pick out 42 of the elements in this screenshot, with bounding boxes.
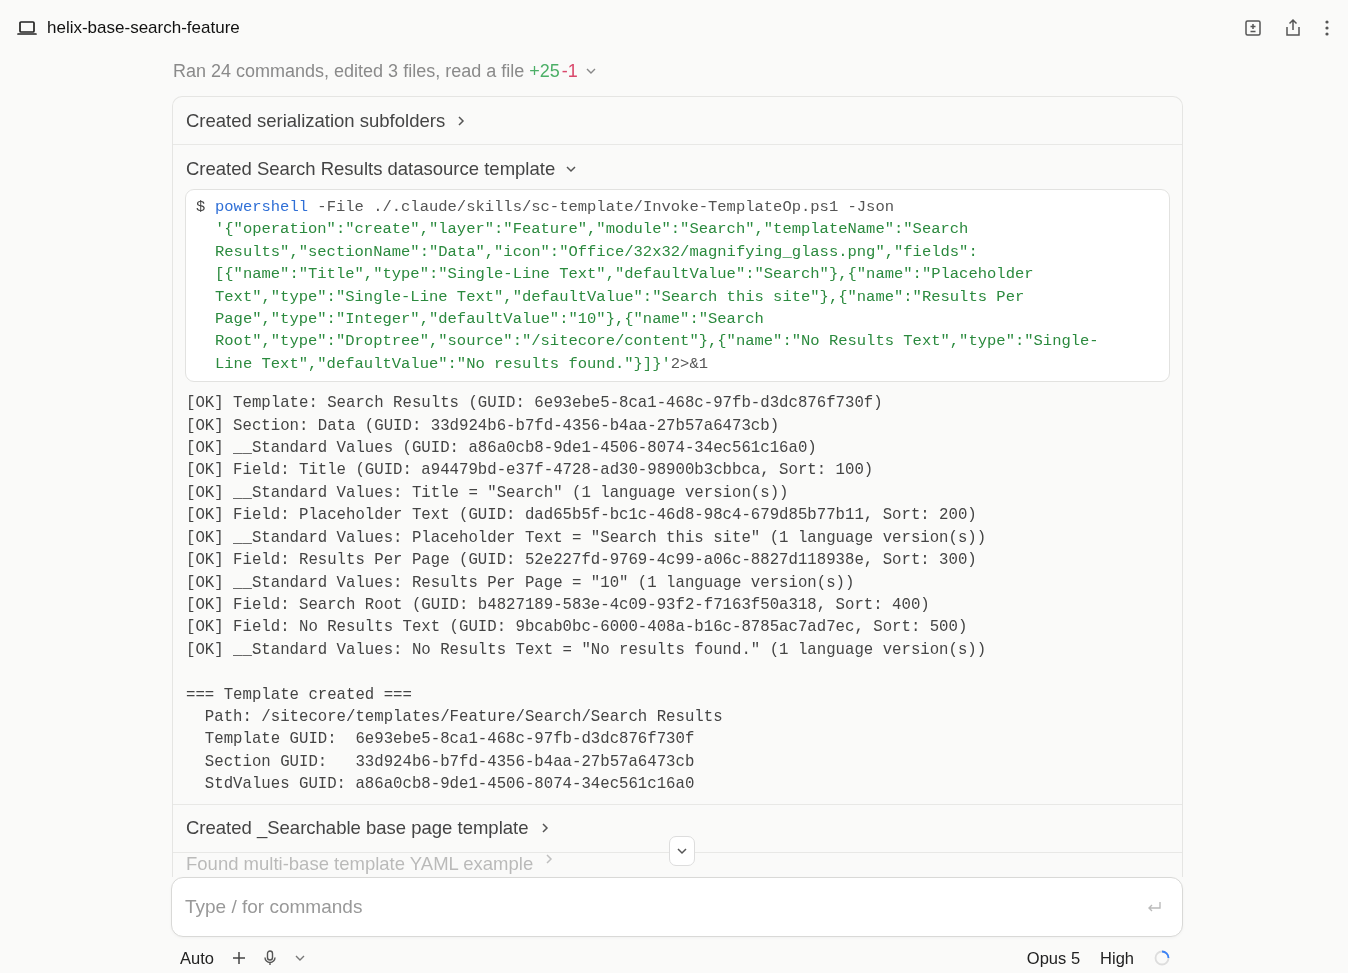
output-line: [OK] Section: Data (GUID: 33d924b6-b7fd-4356-b4aa-27b57a6473cb)	[186, 415, 781, 437]
prompt-symbol: $	[196, 197, 207, 218]
output-line: [OK] Field: Results Per Page (GUID: 52e227fd-9769-4c99-a06c-8827d118938e, Sort: 300)	[186, 550, 978, 572]
command-argument: '{"operation":"create","layer":"Feature","module":"Search","templateName":"Search	[215, 219, 969, 241]
model-selector[interactable]: Opus 5	[1026, 948, 1081, 968]
step-header[interactable]: Created serialization subfolders	[173, 97, 1182, 144]
command-argument: Results","sectionName":"Data","icon":"Office/32x32/magnifying_glass.png","fields":	[215, 241, 978, 263]
effort-selector[interactable]: High	[1100, 948, 1134, 968]
output-line: Section GUID: 33d924b6-b7fd-4356-b4aa-27b57a6473cb	[203, 751, 696, 773]
more-icon[interactable]	[1324, 18, 1330, 37]
diff-icon[interactable]	[1244, 18, 1262, 37]
chevron-down-icon	[676, 845, 688, 857]
output-line: [OK] Field: Placeholder Text (GUID: dad65b5f-bc1c-46d8-98c4-679d85b77b11, Sort: 200)	[186, 505, 978, 527]
share-icon[interactable]	[1284, 18, 1302, 37]
command-argument: Root","type":"Droptree","source":"/sitecore/content"},{"name":"No Results Text","type":"Single-	[215, 331, 1099, 353]
output-line: [OK] Field: Title (GUID: a94479bd-e37f-4728-ad30-98900b3cbbca, Sort: 100)	[186, 460, 875, 482]
output-line: StdValues GUID: a86a0cb8-9de1-4506-8074-34ec561c16a0	[203, 774, 696, 796]
activity-summary[interactable]: Ran 24 commands, edited 3 files, read a file +25-1	[173, 55, 597, 87]
command-argument: [{"name":"Title","type":"Single-Line Text","defaultValue":"Search"},{"name":"Placeholder	[215, 264, 1034, 286]
output-line: [OK] Template: Search Results (GUID: 6e93ebe5-8ca1-468c-97fb-d3dc876f730f)	[186, 393, 884, 415]
loading-spinner-icon	[1154, 950, 1170, 966]
command-argument: Line Text","defaultValue":"No results found."}]}'2>&1	[215, 353, 708, 375]
output-line: Path: /sitecore/templates/Feature/Search/Search Results	[203, 706, 724, 728]
step-header[interactable]: Created _Searchable base page template	[173, 804, 1182, 852]
output-line: [OK] Field: No Results Text (GUID: 9bcab0bc-6000-408a-b16c-8785ac7ad7ec, Sort: 500)	[186, 617, 969, 639]
output-line: [OK] __Standard Values: No Results Text = "No results found." (1 language version(s))	[186, 639, 988, 661]
microphone-icon[interactable]	[263, 950, 276, 966]
project-title: helix-base-search-feature	[47, 17, 240, 38]
output-line: [OK] __Standard Values: Title = "Search" (1 language version(s))	[186, 482, 790, 504]
command-argument: Text","type":"Single-Line Text","defaultValue":"Search this site"},{"name":"Results Per	[215, 286, 1025, 308]
add-icon[interactable]	[231, 951, 246, 965]
output-line: Template GUID: 6e93ebe5-8ca1-468c-97fb-d3dc876f730f	[203, 729, 696, 751]
command-argument: Page","type":"Integer","defaultValue":"10"},{"name":"Search	[215, 309, 764, 331]
output-line: === Template created ===	[186, 684, 413, 706]
laptop-icon	[17, 19, 37, 36]
output-line: [OK] Field: Search Root (GUID: b4827189-583e-4c09-93f2-f7163f50a318, Sort: 400)	[186, 594, 931, 616]
output-line: [OK] __Standard Values: Placeholder Text = "Search this site" (1 language version(s))	[186, 527, 988, 549]
mode-selector[interactable]: Auto	[180, 948, 214, 968]
output-line: [OK] __Standard Values (GUID: a86a0cb8-9de1-4506-8074-34ec561c16a0)	[186, 438, 818, 460]
output-line: [OK] __Standard Values: Results Per Page = "10" (1 language version(s))	[186, 572, 856, 594]
command-text: powershell -File ./.claude/skills/sc-template/Invoke-TemplateOp.ps1 -Json	[215, 197, 895, 218]
step-header[interactable]: Created Search Results datasource template	[173, 145, 1182, 192]
